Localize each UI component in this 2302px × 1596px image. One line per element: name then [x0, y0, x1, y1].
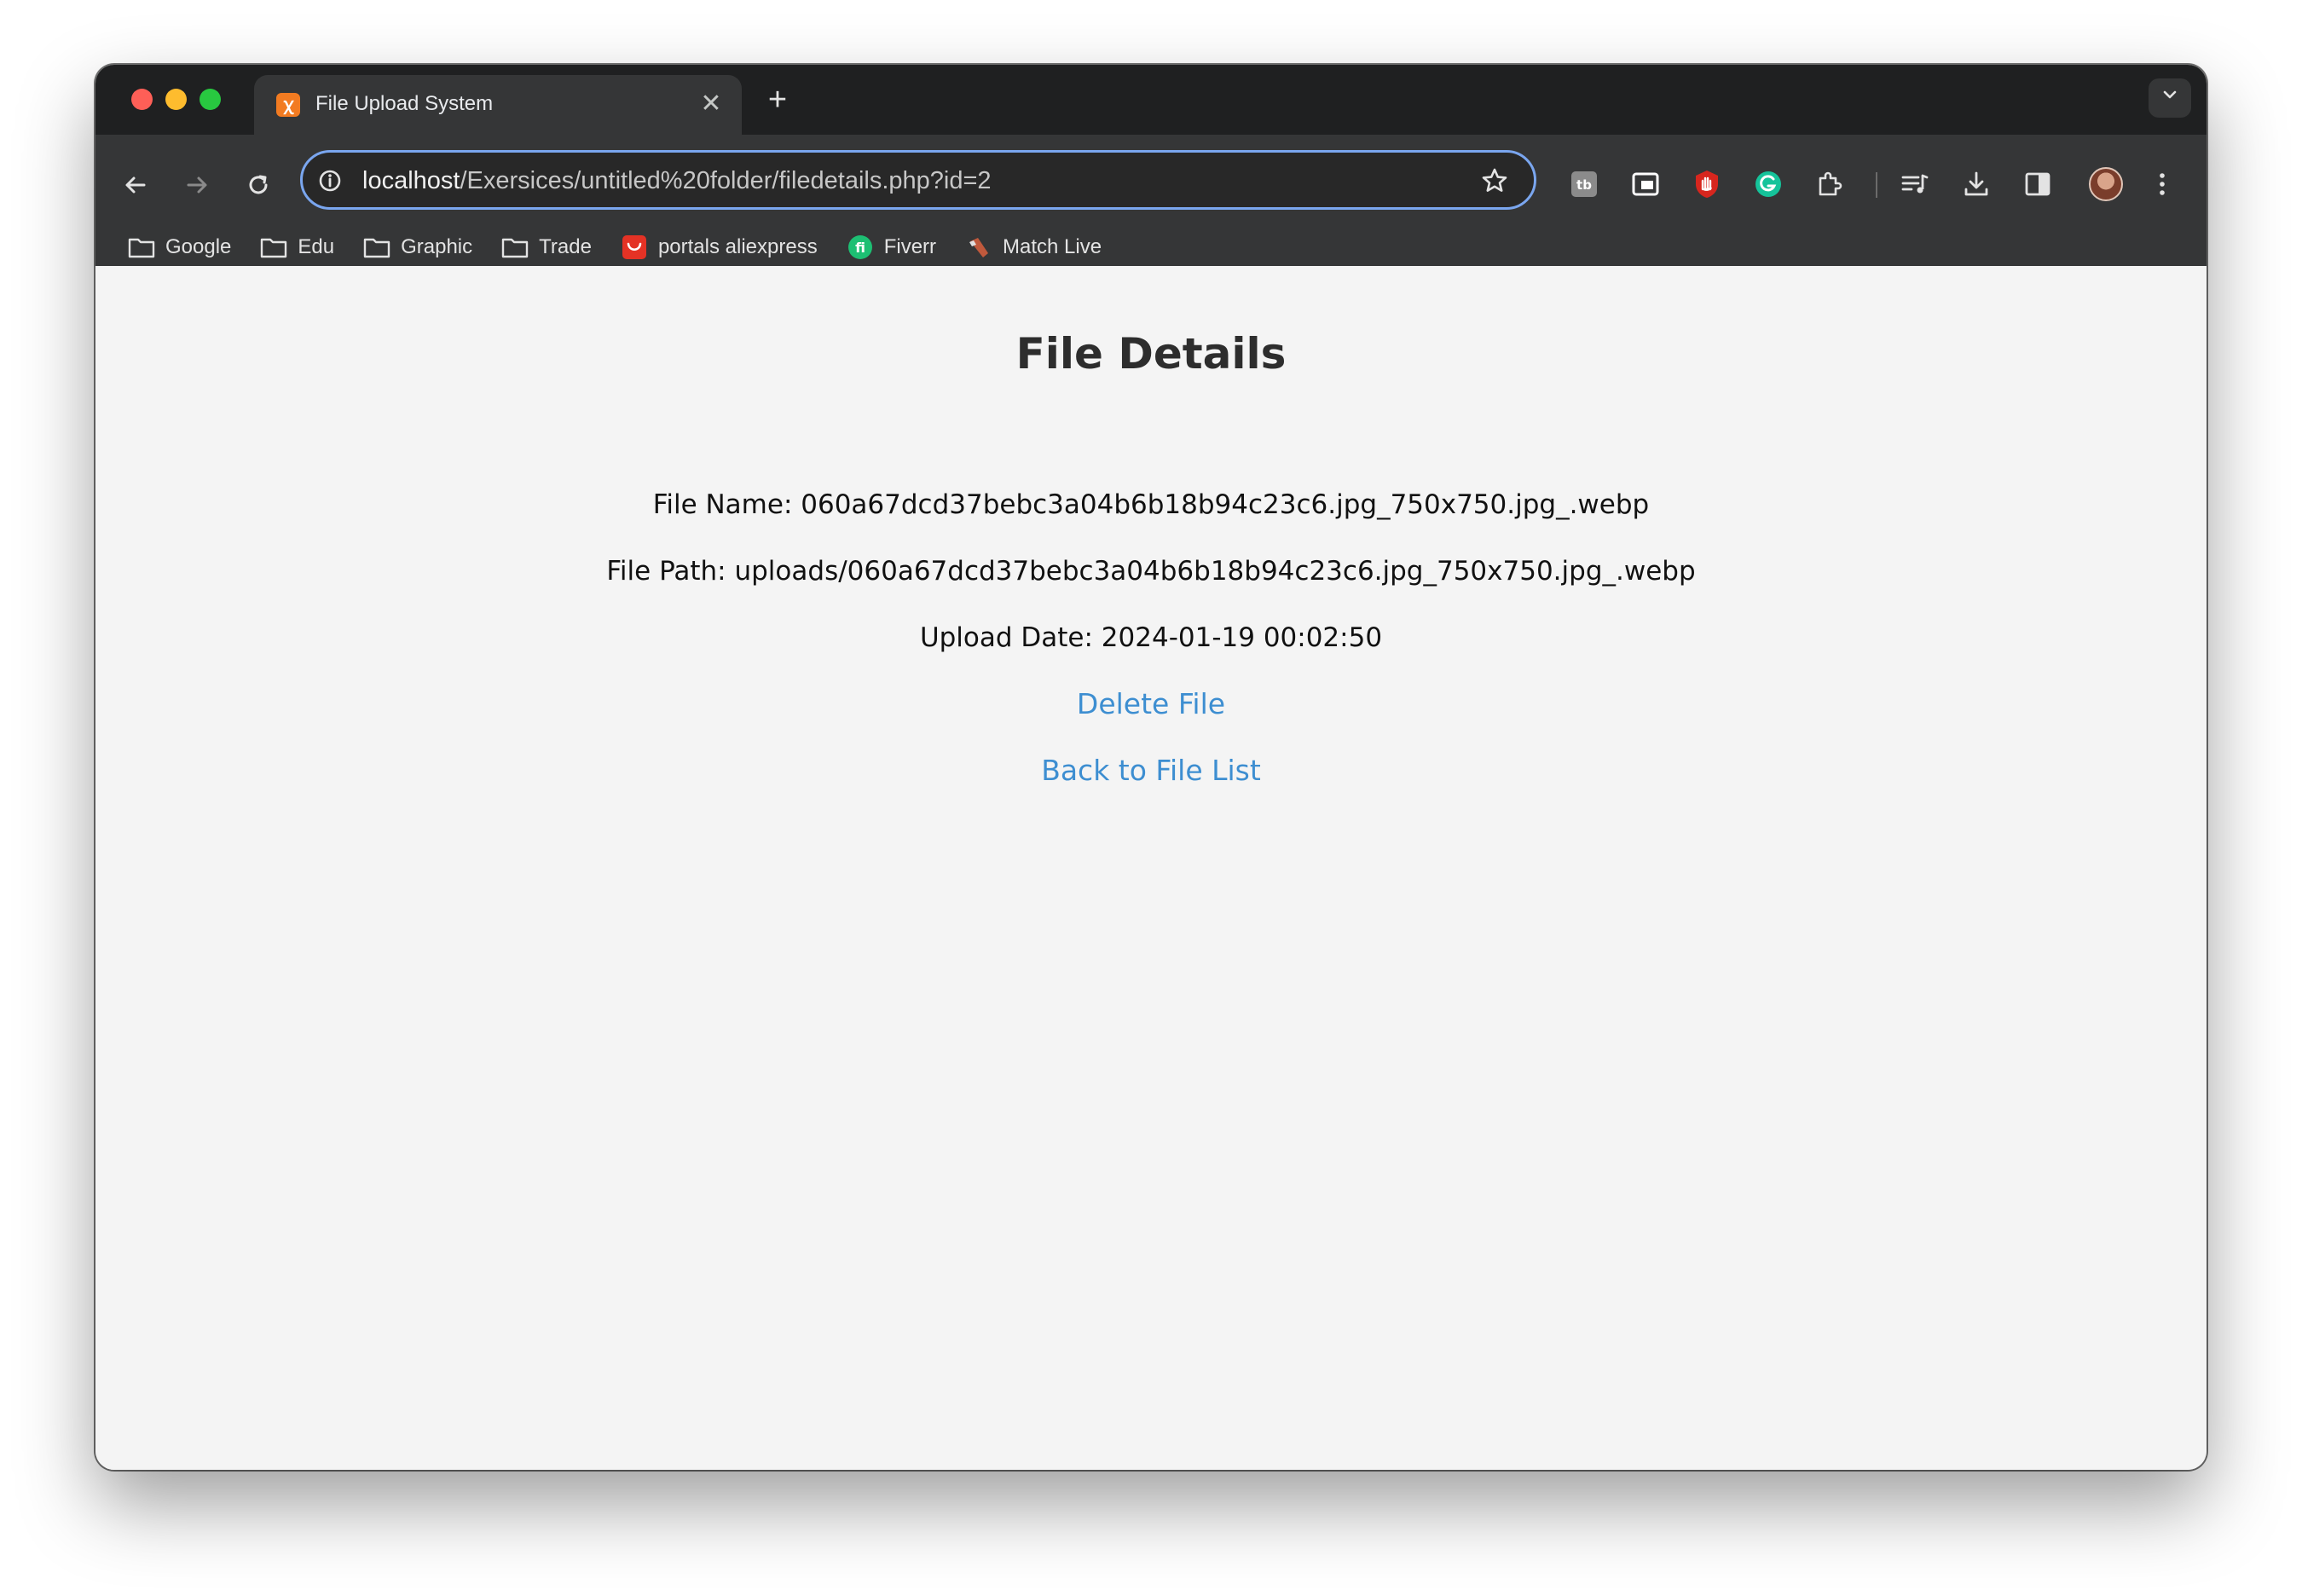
close-window-button[interactable] [131, 89, 153, 110]
bookmark-star-icon[interactable] [1479, 165, 1510, 196]
svg-text:fi: fi [855, 240, 865, 256]
upload-date-text: Upload Date: 2024-01-19 00:02:50 [919, 622, 1383, 653]
profile-avatar[interactable] [2089, 167, 2123, 201]
arrow-left-icon [125, 176, 146, 194]
url-host: localhost [362, 167, 460, 194]
address-bar[interactable]: localhost/Exersices/untitled%20folder/fi… [300, 150, 1536, 210]
new-tab-button[interactable]: + [761, 84, 795, 118]
folder-icon [363, 235, 390, 259]
media-controls-icon[interactable] [1894, 164, 1935, 205]
site-info-icon[interactable] [316, 167, 344, 194]
minimize-window-button[interactable] [165, 89, 187, 110]
download-icon[interactable] [1956, 164, 1997, 205]
url-path: /Exersices/untitled%20folder/filedetails… [460, 167, 992, 194]
grammarly-icon[interactable] [1748, 164, 1789, 205]
toolbar-separator [1876, 172, 1877, 198]
bookmark-label: Fiverr [883, 235, 937, 258]
svg-text:tb: tb [1576, 177, 1592, 193]
desktop-background: ꭓ File Upload System ✕ + localhost/Exers… [0, 0, 2302, 1596]
bookmark-graphic[interactable]: Graphic [353, 230, 483, 264]
picture-in-picture-icon[interactable] [1625, 164, 1666, 205]
back-to-file-list-link[interactable]: Back to File List [1041, 754, 1261, 787]
arrow-right-icon [187, 176, 207, 194]
browser-toolbar: localhost/Exersices/untitled%20folder/fi… [95, 135, 2207, 266]
extensions-puzzle-icon[interactable] [1809, 164, 1850, 205]
folder-icon [128, 235, 155, 259]
tab-title: File Upload System [315, 92, 494, 115]
bookmark-label: Match Live [1003, 235, 1102, 258]
bookmark-google[interactable]: Google [118, 230, 241, 264]
chevron-down-icon [2163, 90, 2177, 99]
fiverr-icon: fi [847, 235, 874, 259]
bookmark-match-live[interactable]: Match Live [955, 230, 1112, 264]
tab-file-upload-system[interactable]: ꭓ File Upload System ✕ [254, 75, 742, 135]
tab-strip: ꭓ File Upload System ✕ + [95, 65, 2207, 135]
match-live-icon [965, 235, 992, 259]
bookmark-label: Edu [298, 235, 335, 258]
file-path-text: File Path: uploads/060a67dcd37bebc3a04b6… [606, 556, 1696, 587]
page-title: File Details [1015, 329, 1287, 379]
more-menu-icon[interactable] [2142, 164, 2183, 205]
bookmark-label: portals aliexpress [657, 235, 818, 258]
bookmark-label: Trade [539, 235, 592, 258]
bookmark-label: Google [165, 235, 232, 258]
url-text[interactable]: localhost/Exersices/untitled%20folder/fi… [362, 167, 992, 195]
bookmark-label: Graphic [401, 235, 473, 258]
folder-icon [501, 235, 529, 259]
back-button[interactable] [114, 164, 157, 206]
side-panel-icon[interactable] [2017, 164, 2058, 205]
tb-extension-icon[interactable]: tb [1564, 164, 1605, 205]
tab-search-button[interactable] [2149, 78, 2191, 118]
page-content: File Details File Name: 060a67dcd37bebc3… [95, 266, 2207, 1470]
bookmark-trade[interactable]: Trade [491, 230, 602, 264]
bookmark-edu[interactable]: Edu [250, 230, 344, 264]
folder-icon [260, 235, 287, 259]
xampp-favicon-icon: ꭓ [276, 93, 300, 117]
bookmark-fiverr[interactable]: fi Fiverr [836, 230, 946, 264]
maximize-window-button[interactable] [200, 89, 221, 110]
ad-blocker-hand-icon[interactable] [1686, 164, 1727, 205]
bookmark-portals-aliexpress[interactable]: portals aliexpress [610, 230, 828, 264]
forward-button[interactable] [176, 164, 218, 206]
aliexpress-icon [621, 235, 648, 259]
bookmarks-bar: Google Edu Graphic Trade portals aliexpr… [118, 230, 1120, 264]
reload-button[interactable] [237, 164, 280, 206]
tab-close-icon[interactable]: ✕ [696, 89, 726, 119]
delete-file-link[interactable]: Delete File [1077, 687, 1225, 720]
delete-file-row: Delete File [95, 687, 2207, 720]
back-to-list-row: Back to File List [95, 754, 2207, 787]
browser-window: ꭓ File Upload System ✕ + localhost/Exers… [95, 65, 2207, 1470]
reload-icon [249, 175, 268, 194]
file-name-text: File Name: 060a67dcd37bebc3a04b6b18b94c2… [652, 489, 1650, 520]
